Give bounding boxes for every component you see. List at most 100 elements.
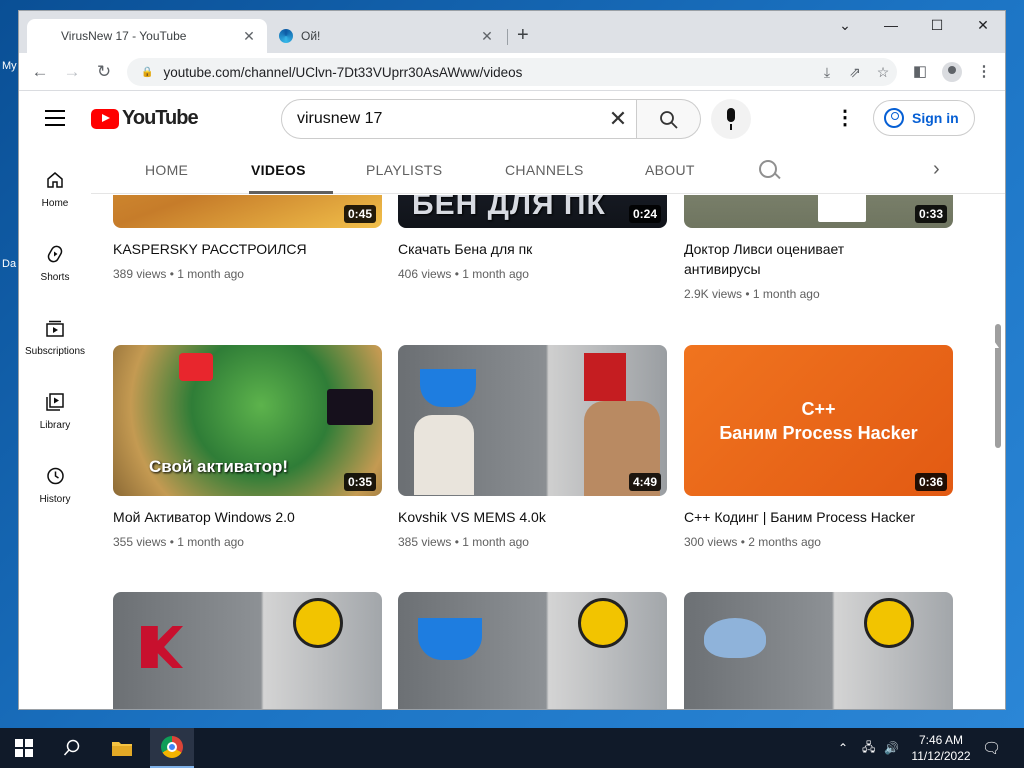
maximize-button[interactable]: ☐ [917,17,957,34]
video-title[interactable]: KASPERSKY РАССТРОИЛСЯ [113,239,383,259]
video-title[interactable]: Скачать Бена для пк [398,239,668,259]
video-thumbnail[interactable]: 0:45 [113,195,382,228]
tab-divider [507,29,508,45]
address-bar[interactable]: 🔒 youtube.com/channel/UClvn-7Dt33VUprr30… [127,58,897,86]
settings-kebab-icon[interactable]: ⋮ [835,108,855,128]
taskbar: ⌃ 🖧 🔊 7:46 AM 11/12/2022 🗨 [0,728,1024,768]
video-title[interactable]: Kovshik VS MEMS 4.0k [398,507,668,527]
tab-oops[interactable]: Ой! ✕ [269,19,505,53]
video-title[interactable]: Мой Активатор Windows 2.0 [113,507,383,527]
clear-search-icon[interactable]: ✕ [600,106,636,132]
upload-age: 1 month ago [462,535,529,549]
forward-button[interactable]: → [61,61,83,83]
tab-playlists[interactable]: PLAYLISTS [366,162,442,178]
search-value[interactable]: virusnew 17 [297,110,600,128]
account-icon [884,108,904,128]
desktop-icon-label[interactable]: My [2,60,17,72]
blue-bucket [418,618,482,660]
video-thumbnail[interactable] [398,592,667,709]
guide-item-home[interactable]: Home [19,170,91,209]
malwarebytes-logo [818,195,866,222]
tab-youtube[interactable]: VirusNew 17 - YouTube ✕ [27,19,267,122]
taskbar-clock[interactable]: 7:46 AM 11/12/2022 [906,732,976,764]
video-thumbnail[interactable]: 4:49 [398,345,667,496]
bookmark-star-icon[interactable]: ☆ [869,64,897,81]
search-input[interactable]: virusnew 17 ✕ [281,99,637,139]
chrome-taskbar-button[interactable] [150,728,194,768]
browser-menu-icon[interactable]: ⋮ [973,61,995,83]
mouse-cursor [992,338,999,348]
close-window-button[interactable]: ✕ [963,17,1003,34]
video-thumbnail[interactable] [113,592,382,709]
lock-icon[interactable]: 🔒 [141,67,153,78]
duration-badge: 0:24 [628,205,661,223]
blue-bucket [420,369,476,407]
share-icon[interactable]: ⇗ [841,64,869,81]
browser-toolbar: ← → ↻ 🔒 youtube.com/channel/UClvn-7Dt33V… [19,53,1005,91]
guide-item-subscriptions[interactable]: Subscriptions [19,318,91,357]
show-hidden-icons-chevron-icon[interactable]: ⌃ [838,728,856,768]
upload-age: 1 month ago [462,267,529,281]
menu-icon[interactable] [45,110,65,126]
guide-item-library[interactable]: Library [19,392,91,431]
guide-item-history[interactable]: History [19,466,91,505]
video-thumbnail[interactable]: Свой активатор! 0:35 [113,345,382,496]
voice-search-button[interactable] [711,99,751,139]
video-thumbnail[interactable]: БЕН ДЛЯ ПК 0:24 [398,195,667,228]
close-tab-icon[interactable]: ✕ [479,28,495,45]
youtube-logo[interactable]: YouTube [91,107,199,130]
notifications-icon[interactable]: 🗨 [982,728,1002,768]
network-icon[interactable]: 🖧 [862,728,880,768]
back-button[interactable]: ← [29,61,51,83]
thumbnail-caption: Баним Process Hacker [719,423,918,443]
tab-search-chevron-icon[interactable]: ⌄ [825,17,865,34]
video-title[interactable]: Доктор Ливси оценивает антивирусы [684,239,884,279]
video-meta: 385 views • 1 month ago [398,535,529,549]
red-folder [584,353,626,401]
guide-sidebar: Home Shorts Subscriptions Library Histor… [19,146,91,709]
subscriptions-icon [46,320,64,337]
video-thumbnail[interactable]: С++ Баним Process Hacker 0:36 [684,345,953,496]
tab-home[interactable]: HOME [145,162,188,178]
video-title[interactable]: С++ Кодинг | Баним Process Hacker [684,507,954,527]
new-tab-button[interactable]: + [517,25,529,45]
vlc-cone [704,618,766,658]
sign-in-button[interactable]: Sign in [873,100,975,136]
video-meta: 300 views • 2 months ago [684,535,821,549]
sign-in-label: Sign in [912,110,959,126]
chevron-right-icon[interactable]: › [933,158,940,181]
close-tab-icon[interactable]: ✕ [241,28,257,45]
thumbnail-caption: Свой активатор! [149,457,289,476]
side-panel-icon[interactable]: ◧ [909,61,931,83]
minimize-button[interactable]: — [871,17,911,33]
url-text[interactable]: youtube.com/channel/UClvn-7Dt33VUprr30As… [163,65,813,80]
video-thumbnail[interactable] [684,592,953,709]
youtube-wordmark: YouTube [122,107,199,129]
duration-badge: 0:45 [343,205,376,223]
tab-videos[interactable]: VIDEOS [251,162,306,178]
folder-icon [112,742,132,756]
search-button[interactable] [637,99,701,139]
reload-button[interactable]: ↻ [93,61,115,83]
clock-time: 7:46 AM [918,733,964,747]
tab-about[interactable]: ABOUT [645,162,695,178]
upload-age: 1 month ago [177,267,244,281]
volume-icon[interactable]: 🔊 [884,728,902,768]
tab-channels[interactable]: CHANNELS [505,162,584,178]
search-icon [659,111,678,129]
file-explorer-button[interactable] [100,728,144,768]
guide-item-label: Home [41,198,69,209]
video-thumbnail[interactable]: 0:33 [684,195,953,228]
home-icon [47,172,63,188]
taskbar-search-button[interactable] [50,728,94,768]
guide-item-shorts[interactable]: Shorts [19,244,91,283]
profile-avatar[interactable] [941,61,963,83]
channel-search-icon[interactable] [759,160,777,178]
install-app-icon[interactable]: ⤓ [813,64,841,81]
chrome-icon [161,736,183,758]
view-count: 406 views [398,267,452,281]
desktop-icon-label[interactable]: Da [2,258,16,270]
video-meta: 355 views • 1 month ago [113,535,244,549]
start-button[interactable] [4,728,44,768]
biohazard-logo [327,389,373,425]
